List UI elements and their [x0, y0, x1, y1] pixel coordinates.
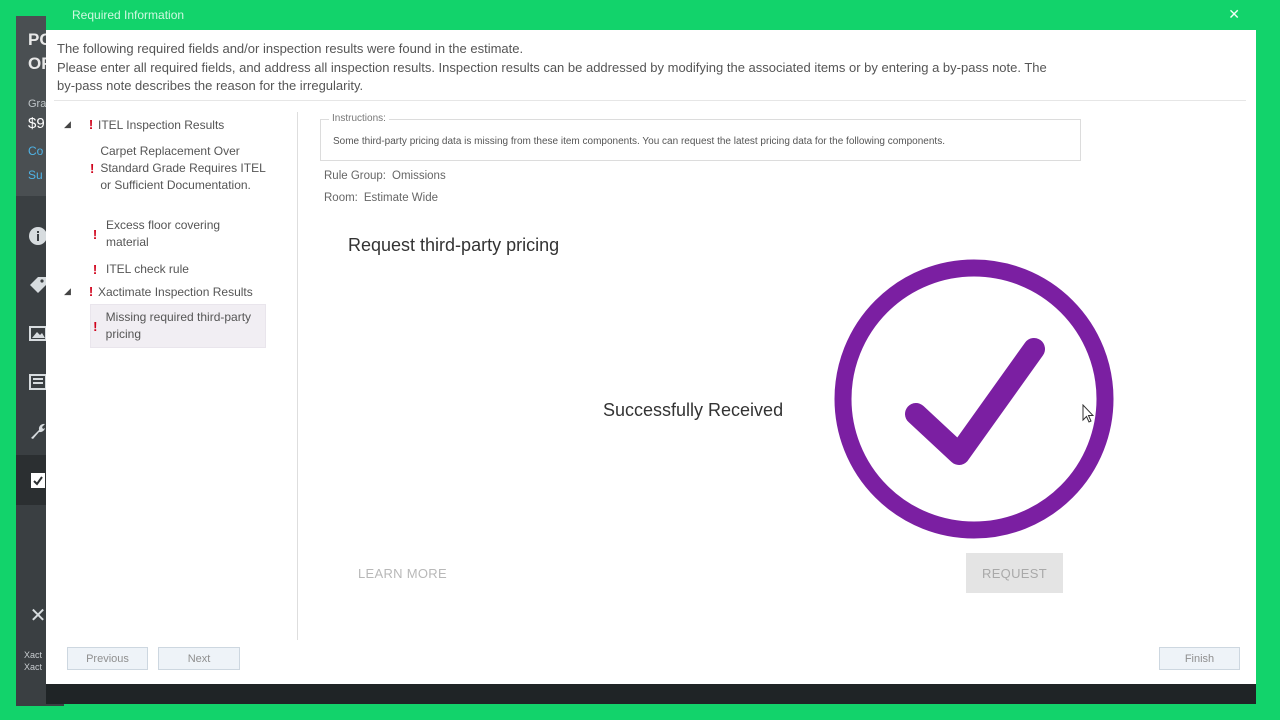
intro-text: The following required fields and/or ins… — [57, 40, 1077, 96]
mouse-cursor-icon — [1082, 404, 1094, 423]
exclamation-icon: ! — [92, 262, 98, 277]
exclamation-icon: ! — [92, 226, 98, 242]
close-icon[interactable]: ✕ — [1228, 6, 1240, 23]
status-text: Successfully Received — [603, 400, 784, 420]
divider — [54, 100, 1246, 101]
intro-line: The following required fields and/or ins… — [57, 41, 524, 56]
rule-group-value: Omissions — [392, 170, 446, 182]
background-price: $9 — [28, 115, 45, 132]
background-link: Co — [28, 144, 44, 158]
rule-group-label: Rule Group: — [324, 170, 387, 182]
tree-item-label: ITEL check rule — [106, 262, 189, 276]
card-title: Request third-party pricing — [348, 235, 560, 255]
tree-group-label: ITEL Inspection Results — [98, 117, 225, 132]
tree-item[interactable]: ! Excess floor covering material — [90, 213, 266, 255]
collapse-triangle-icon[interactable]: ◢ — [64, 286, 74, 297]
room-value: Estimate Wide — [363, 192, 439, 204]
background-grade-label: Gra — [28, 98, 47, 110]
tree-item[interactable]: ! ITEL check rule — [90, 257, 266, 282]
dialog-titlebar: Required Information ✕ — [46, 0, 1256, 30]
tree-item-label: Carpet Replacement Over Standard Grade R… — [100, 144, 266, 192]
exclamation-icon: ! — [90, 161, 95, 176]
previous-button[interactable]: Previous — [67, 647, 148, 670]
room: Room: Estimate Wide — [324, 192, 438, 204]
intro-line: Please enter all required fields, and ad… — [57, 59, 1047, 75]
taskbar-strip — [46, 684, 1256, 704]
background-footer-text: Xact — [24, 662, 43, 672]
background-footer-text: Xact — [24, 650, 43, 660]
instructions-legend: Instructions: — [329, 113, 389, 124]
exclamation-icon: ! — [93, 318, 98, 334]
collapse-triangle-icon[interactable]: ◢ — [64, 119, 74, 130]
exclamation-icon: ! — [88, 117, 94, 132]
instructions-box: Instructions: Some third-party pricing d… — [320, 113, 1081, 161]
next-button[interactable]: Next — [158, 647, 240, 670]
required-information-dialog: Required Information ✕ The following req… — [46, 0, 1256, 684]
exclamation-icon: ! — [88, 284, 94, 299]
rule-group: Rule Group: Omissions — [324, 170, 446, 182]
tree-item-selected[interactable]: ! Missing required third-party pricing — [90, 304, 266, 348]
finish-button[interactable]: Finish — [1159, 647, 1240, 670]
tree-item-label: Missing required third-party pricing — [105, 310, 252, 341]
instructions-text: Some third-party pricing data is missing… — [333, 136, 945, 147]
tree-group-xactimate[interactable]: ◢ ! Xactimate Inspection Results — [64, 284, 253, 299]
learn-more-link[interactable]: LEARN MORE — [358, 566, 447, 581]
check-circle-icon — [834, 259, 1114, 539]
room-label: Room: — [324, 192, 358, 204]
tree-item[interactable]: ! Carpet Replacement Over Standard Grade… — [90, 139, 266, 198]
tree-group-label: Xactimate Inspection Results — [98, 284, 253, 299]
intro-line: by-pass note describes the reason for th… — [57, 78, 364, 93]
background-link: Su — [28, 168, 43, 182]
tree-item-label: Excess floor covering material — [106, 218, 221, 249]
divider — [297, 112, 298, 640]
dialog-title: Required Information — [72, 8, 185, 22]
tree-group-itel[interactable]: ◢ ! ITEL Inspection Results — [64, 117, 224, 132]
request-button[interactable]: REQUEST — [966, 553, 1063, 593]
